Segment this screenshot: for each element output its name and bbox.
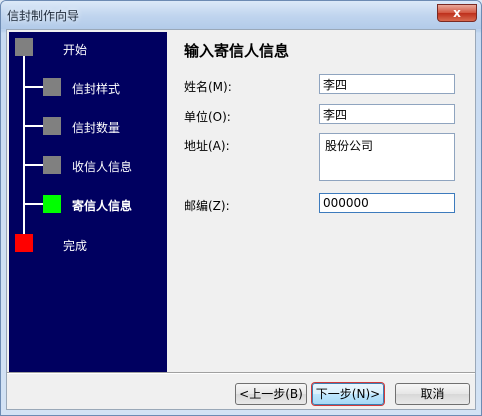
close-button[interactable]: x xyxy=(437,4,477,22)
wizard-window: 信封制作向导 x 开始 信封样式 信封数量 收信人信息 寄信人信息 完成 输入寄… xyxy=(0,0,482,416)
zip-field[interactable] xyxy=(319,193,455,213)
address-label: 地址(A): xyxy=(184,139,230,153)
step-label-finish: 完成 xyxy=(63,239,88,253)
back-button[interactable]: <上一步(B) xyxy=(235,383,307,405)
address-field[interactable]: 股份公司 xyxy=(319,133,455,181)
step-connector xyxy=(25,125,43,127)
wizard-client-area: 开始 信封样式 信封数量 收信人信息 寄信人信息 完成 输入寄信人信息 姓名(M… xyxy=(6,29,476,410)
step-marker-style-icon xyxy=(43,78,61,96)
next-button[interactable]: 下一步(N)> xyxy=(312,383,384,405)
step-rail xyxy=(23,46,25,242)
unit-label: 单位(O): xyxy=(184,110,231,124)
step-marker-finish-icon xyxy=(15,234,33,252)
window-title: 信封制作向导 xyxy=(7,9,80,23)
step-connector xyxy=(25,86,43,88)
step-marker-start-icon xyxy=(15,38,33,56)
button-separator xyxy=(7,372,475,374)
step-label-start: 开始 xyxy=(63,43,88,57)
step-label-sender: 寄信人信息 xyxy=(72,199,133,213)
title-bar[interactable]: 信封制作向导 x xyxy=(1,1,481,29)
name-field[interactable] xyxy=(319,74,455,94)
step-connector xyxy=(25,203,43,205)
name-label: 姓名(M): xyxy=(184,80,232,94)
zip-label: 邮编(Z): xyxy=(184,199,230,213)
unit-field[interactable] xyxy=(319,104,455,124)
step-navigation-panel: 开始 信封样式 信封数量 收信人信息 寄信人信息 完成 xyxy=(9,32,167,372)
step-label-recipient: 收信人信息 xyxy=(72,160,133,174)
close-icon: x xyxy=(453,6,461,20)
step-label-style: 信封样式 xyxy=(72,82,121,96)
step-marker-quantity-icon xyxy=(43,117,61,135)
step-marker-sender-icon xyxy=(43,195,61,213)
step-marker-recipient-icon xyxy=(43,156,61,174)
cancel-button[interactable]: 取消 xyxy=(395,383,470,405)
step-connector xyxy=(25,164,43,166)
page-title: 输入寄信人信息 xyxy=(184,42,290,60)
step-label-quantity: 信封数量 xyxy=(72,121,121,135)
